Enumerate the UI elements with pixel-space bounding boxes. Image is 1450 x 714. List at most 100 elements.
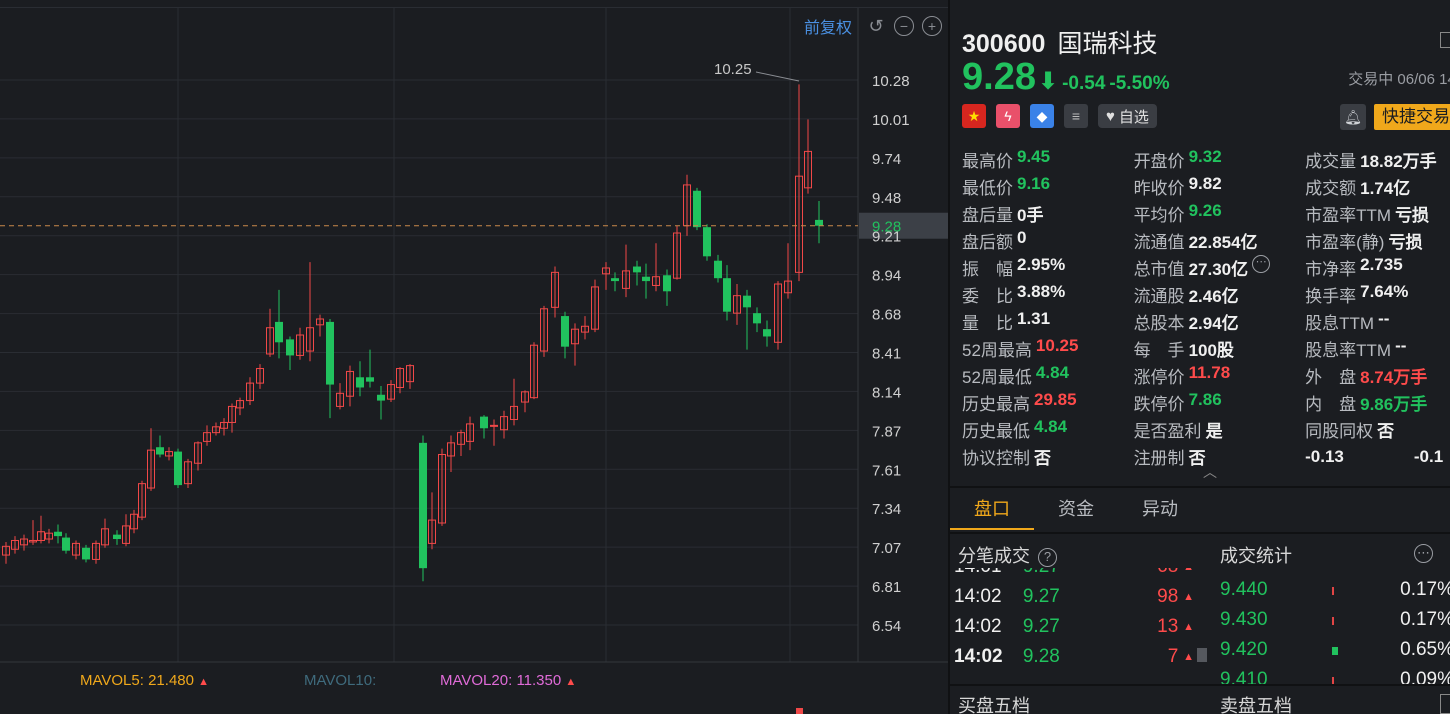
mavol5-arrow: ▲ xyxy=(198,676,210,688)
tick-row: 14:019.2768▲ xyxy=(954,568,1194,582)
tab-0[interactable]: 盘口 xyxy=(950,490,1034,530)
bell-icon[interactable]: 🔔︎ xyxy=(1340,104,1366,130)
ask-five-title: 卖盘五档 xyxy=(1220,696,1292,714)
candle-body-down xyxy=(174,451,182,486)
stat-row: 历史最低 4.84 是否盈利是同股同权否 xyxy=(962,416,1450,443)
price-change-pct: -5.50% xyxy=(1109,73,1170,94)
candle-body-down xyxy=(815,219,823,226)
stat-row: 盘后量 0手 平均价 9.26 市盈率TTM 亏损 xyxy=(962,200,1450,227)
candle-body-down xyxy=(366,377,374,382)
stat-label: 量 比 xyxy=(962,314,1013,333)
kline-chart-pane[interactable]: 前复权 ↺ − + 10.28 10.01 9.74 9.48 9.21 8.94 8.68… xyxy=(0,0,948,714)
volume-stats-list[interactable]: 9.440 0.17% 9.430 0.17% 9.420 0.65% 9.410 0.09% xyxy=(1216,575,1450,685)
detail-tabs: 盘口 资金 异动 xyxy=(950,490,1450,530)
candle-body-down xyxy=(480,416,488,429)
tick-scrollbar[interactable] xyxy=(1197,648,1207,662)
mavol10-label: MAVOL10: xyxy=(304,672,377,689)
stat-label: 52周最低 xyxy=(962,368,1032,387)
price-axis-label: 8.94 xyxy=(872,268,901,285)
window-icon[interactable] xyxy=(1440,32,1450,48)
current-price-label: 9.28 xyxy=(872,219,901,236)
last-price: 9.28 xyxy=(962,56,1036,98)
stat-value: 9.82 xyxy=(1188,174,1222,193)
stat-value: 3.88% xyxy=(1017,282,1066,301)
mavol5-indicator: MAVOL5: 21.480 ▲ xyxy=(80,672,209,689)
stat-cell: 最低价 9.16 xyxy=(962,174,1134,199)
vstats-price: 9.440 xyxy=(1220,579,1268,600)
stat-label: 昨收价 xyxy=(1133,179,1185,198)
stat-cell: 振 幅 2.95% xyxy=(962,255,1134,280)
stat-label: 市净率 xyxy=(1305,260,1357,279)
stat-cell: 市盈率TTM 亏损 xyxy=(1305,201,1450,226)
candle-body-down xyxy=(714,260,722,279)
candle-body-down xyxy=(663,275,671,292)
mavol5-value: 21.480 xyxy=(148,672,194,689)
mavol20-arrow: ▲ xyxy=(565,676,577,688)
stat-row: 历史最高 29.85 跌停价 7.86 内 盘 9.86万手 xyxy=(962,389,1450,416)
tick-time: 14:02 xyxy=(954,586,1002,607)
document-icon[interactable]: ≡ xyxy=(1064,104,1088,128)
candlestick-chart[interactable]: 10.2810.019.749.489.218.948.688.418.147.… xyxy=(0,0,948,714)
stat-value: -- xyxy=(1395,336,1407,355)
stat-label: 市盈率TTM xyxy=(1305,206,1392,225)
stat-value: 4.84 xyxy=(1034,417,1068,436)
candle-body-down xyxy=(113,534,121,540)
candle-body-up xyxy=(490,424,498,427)
tab-2[interactable]: 异动 xyxy=(1118,490,1202,530)
expand-icon[interactable] xyxy=(1440,694,1450,714)
candle-body-down xyxy=(377,394,385,401)
more-icon[interactable]: ⋯ xyxy=(1252,255,1271,273)
mavol5-label: MAVOL5: xyxy=(80,672,144,689)
help-icon[interactable]: ? xyxy=(1038,547,1057,567)
stat-value: 18.82万手 xyxy=(1360,152,1437,171)
candle-body-down xyxy=(703,227,711,257)
vstats-pct: 0.09% xyxy=(1400,669,1450,685)
stock-header: 300600 国瑞科技 xyxy=(962,24,1157,60)
more-icon[interactable]: ⋯ xyxy=(1414,544,1433,563)
collapse-caret-icon[interactable]: ︿ xyxy=(1203,462,1217,482)
bid-five-title: 买盘五档 xyxy=(958,696,1030,714)
stat-label: 总股本 xyxy=(1133,314,1185,333)
flash-icon[interactable]: ϟ xyxy=(996,104,1020,128)
stat-cell: 总股本 2.94亿 xyxy=(1134,309,1306,334)
watchlist-label: 自选 xyxy=(1118,108,1149,126)
price-axis-label: 10.01 xyxy=(872,112,910,129)
candle-body-down xyxy=(156,447,164,455)
tag-icon[interactable]: ◆ xyxy=(1030,104,1054,128)
stat-value: 2.735 xyxy=(1360,255,1403,274)
stat-cell: 注册制否 xyxy=(1134,444,1306,469)
stat-cell: 市净率 2.735 xyxy=(1305,255,1450,280)
price-axis-label: 8.14 xyxy=(872,384,901,401)
candle-body-down xyxy=(419,442,427,569)
vstats-pct: 0.65% xyxy=(1400,639,1450,660)
stat-value: 是 xyxy=(1205,422,1223,441)
candle-body-down xyxy=(763,329,771,337)
stat-row: 盘后额 0 流通值 22.854亿 市盈率(静) 亏损 xyxy=(962,227,1450,254)
stat-value: 10.25 xyxy=(1035,336,1079,355)
stat-cell: 跌停价 7.86 xyxy=(1134,390,1306,415)
stat-value: 29.85 xyxy=(1034,390,1077,409)
stat-cell: 昨收价 9.82 xyxy=(1134,174,1306,199)
tick-price: 9.27 xyxy=(1023,568,1102,578)
tab-1[interactable]: 资金 xyxy=(1034,490,1118,530)
stat-value: 8.74万手 xyxy=(1360,368,1428,387)
vstats-row: 9.430 0.17% xyxy=(1220,605,1450,635)
stat-row: 52周最高 10.25 每 手 100股 股息率TTM -- xyxy=(962,335,1450,362)
down-arrow-icon: ⬇ xyxy=(1037,68,1059,95)
quick-trade-button[interactable]: 快捷交易 xyxy=(1374,104,1450,130)
stat-cell: 量 比 1.31 xyxy=(962,309,1134,334)
stat-label: 注册制 xyxy=(1133,449,1185,468)
stat-cell: 盘后量 0手 xyxy=(962,201,1134,226)
stat-value: 2.94亿 xyxy=(1188,314,1239,333)
tick-row: 14:02 9.27 13 ▲ xyxy=(954,612,1194,642)
tick-price: 9.27 xyxy=(1022,586,1060,607)
add-watchlist-button[interactable]: ♥ 自选 xyxy=(1098,104,1157,128)
tick-list[interactable]: 14:019.2768▲14:029.2798▲14:029.2713▲14:0… xyxy=(950,568,1200,682)
stat-value: -0.13 xyxy=(1305,446,1344,466)
vstats-price: 9.430 xyxy=(1220,609,1268,630)
china-flag-icon: ★ xyxy=(962,104,986,128)
section-divider xyxy=(950,532,1450,534)
stat-value: 亏损 xyxy=(1395,206,1430,225)
stat-value: 9.86万手 xyxy=(1360,395,1428,414)
stat-value: 1.31 xyxy=(1017,309,1051,328)
